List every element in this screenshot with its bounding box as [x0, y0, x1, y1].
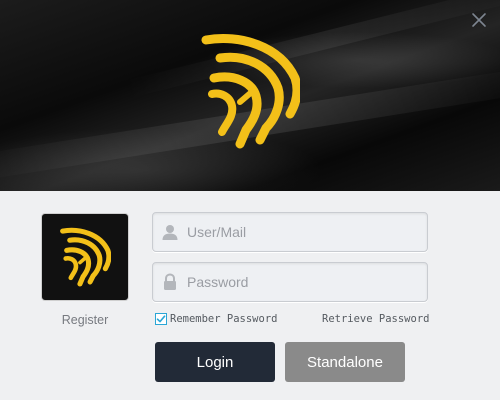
password-field[interactable]	[152, 262, 428, 302]
login-button[interactable]: Login	[155, 342, 275, 382]
password-input[interactable]	[187, 263, 427, 301]
login-window: Register Remember Password Retrieve Pass…	[0, 0, 500, 400]
user-icon	[153, 213, 187, 251]
close-icon	[472, 13, 486, 27]
remember-password[interactable]: Remember Password	[155, 313, 277, 325]
check-icon	[156, 315, 166, 323]
avatar-logo-icon	[60, 227, 111, 287]
standalone-button[interactable]: Standalone	[285, 342, 405, 382]
header-banner	[0, 0, 500, 191]
avatar	[41, 213, 129, 301]
remember-checkbox[interactable]	[155, 313, 167, 325]
close-button[interactable]	[468, 9, 490, 31]
helmet-logo-icon	[201, 34, 300, 149]
retrieve-password-link[interactable]: Retrieve Password	[322, 313, 429, 325]
username-field[interactable]	[152, 212, 428, 252]
lock-icon	[153, 263, 187, 301]
username-input[interactable]	[187, 213, 427, 251]
register-link[interactable]: Register	[41, 313, 129, 327]
remember-label: Remember Password	[170, 313, 278, 325]
